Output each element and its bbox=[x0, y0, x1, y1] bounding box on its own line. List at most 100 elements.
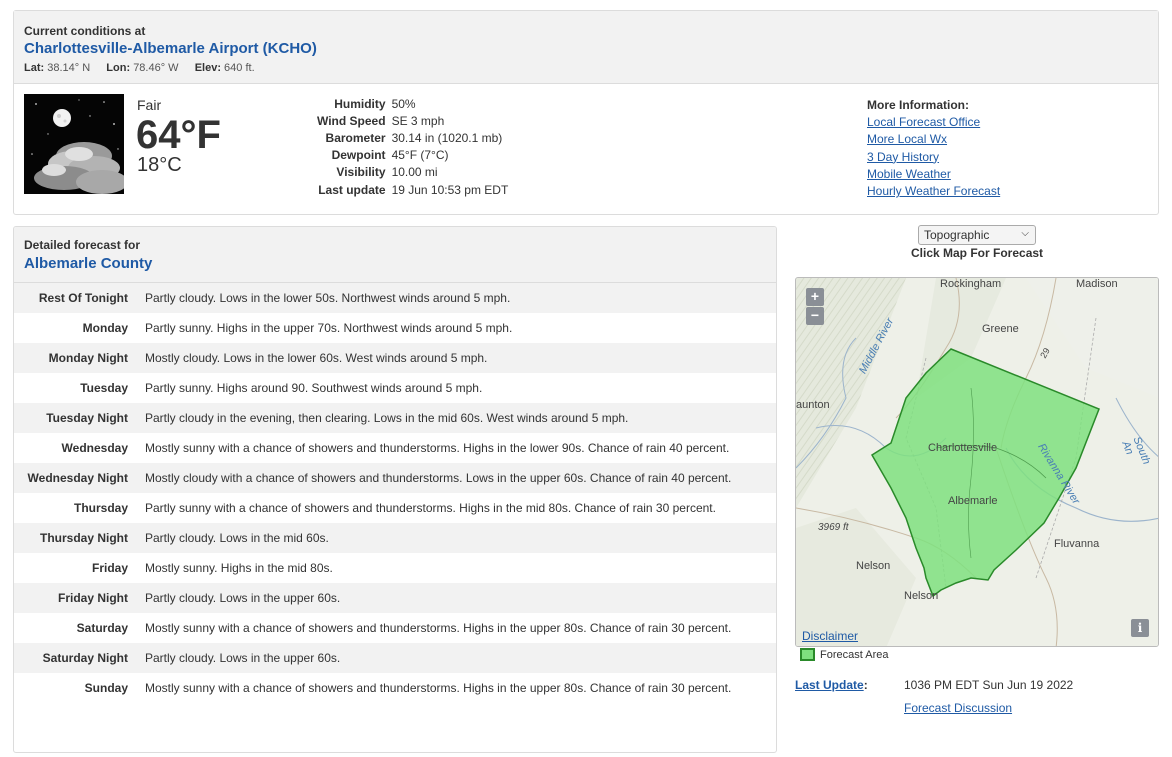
map-type-selected-value: Topographic bbox=[924, 228, 990, 242]
station-coordinates: Lat: 38.14° N Lon: 78.46° W Elev: 640 ft… bbox=[24, 62, 1148, 74]
forecast-period-text: Partly cloudy. Lows in the upper 60s. bbox=[145, 591, 341, 605]
map-disclaimer-link[interactable]: Disclaimer bbox=[802, 629, 858, 643]
conditions-row-value: SE 3 mph bbox=[391, 113, 445, 128]
forecast-discussion-link[interactable]: Forecast Discussion bbox=[904, 701, 1012, 715]
mobile-weather-link[interactable]: Mobile Weather bbox=[867, 166, 1000, 183]
map-label-nelson: Nelson bbox=[856, 560, 891, 572]
map-label-nelson-south: Nelson bbox=[904, 590, 939, 602]
forecast-area-name: Albemarle County bbox=[24, 255, 153, 272]
station-name: Charlottesville-Albemarle Airport (KCHO) bbox=[24, 40, 317, 57]
forecast-period-name: Wednesday Night bbox=[27, 471, 128, 485]
forecast-area-swatch bbox=[800, 648, 815, 661]
last-update-link[interactable]: Last Update bbox=[795, 678, 864, 692]
forecast-map[interactable]: Rockingham Madison Greene Middle River a… bbox=[795, 277, 1159, 647]
lon-value: 78.46° W bbox=[133, 62, 179, 74]
map-label-madison: Madison bbox=[1076, 278, 1118, 290]
map-label-albemarle: Albemarle bbox=[948, 495, 998, 507]
night-fair-moon-clouds-icon bbox=[24, 94, 124, 194]
forecast-period-name: Thursday bbox=[73, 501, 128, 515]
forecast-period-name: Thursday Night bbox=[39, 531, 128, 545]
map-info-icon[interactable]: i bbox=[1131, 619, 1149, 637]
map-legend-label: Forecast Area bbox=[820, 648, 889, 661]
forecast-row: Sunday Mostly sunny with a chance of show… bbox=[14, 673, 776, 703]
conditions-row-label: Humidity bbox=[334, 96, 386, 111]
local-forecast-office-link[interactable]: Local Forecast Office bbox=[867, 114, 1000, 131]
forecast-period-text: Partly sunny with a chance of showers an… bbox=[145, 501, 716, 515]
forecast-period-name: Tuesday Night bbox=[46, 411, 128, 425]
conditions-row-value: 30.14 in (1020.1 mb) bbox=[391, 130, 503, 145]
conditions-row-label: Last update bbox=[318, 182, 386, 197]
last-update-label: Last Update: bbox=[795, 678, 868, 692]
forecast-row: Saturday Night Partly cloudy. Lows in the… bbox=[14, 643, 776, 673]
detailed-forecast-heading: Detailed forecast for bbox=[24, 238, 141, 252]
map-label-fluvanna: Fluvanna bbox=[1054, 538, 1100, 550]
current-conditions-header: Current conditions at Charlottesville-Al… bbox=[14, 11, 1158, 84]
hourly-weather-forecast-link[interactable]: Hourly Weather Forecast bbox=[867, 183, 1000, 200]
more-information-links: More Information: Local Forecast Office … bbox=[867, 97, 1000, 200]
forecast-period-text: Mostly sunny with a chance of showers an… bbox=[145, 681, 732, 695]
map-terrain bbox=[796, 278, 1158, 646]
three-day-history-link[interactable]: 3 Day History bbox=[867, 149, 1000, 166]
forecast-row: Rest Of Tonight Partly cloudy. Lows in th… bbox=[14, 283, 776, 313]
forecast-period-name: Saturday Night bbox=[42, 651, 128, 665]
elev-value: 640 ft. bbox=[224, 62, 255, 74]
more-local-wx-link[interactable]: More Local Wx bbox=[867, 131, 1000, 148]
conditions-row-value: 10.00 mi bbox=[391, 165, 438, 180]
forecast-period-name: Monday bbox=[82, 321, 128, 335]
forecast-row: Thursday Partly sunny with a chance of sh… bbox=[14, 493, 776, 523]
forecast-periods-list: Rest Of Tonight Partly cloudy. Lows in th… bbox=[14, 283, 776, 703]
map-legend: Forecast Area bbox=[800, 648, 888, 661]
chevron-down-icon: ⌵ bbox=[1021, 228, 1029, 239]
map-type-select[interactable]: Topographic ⌵ bbox=[918, 225, 1036, 245]
more-info-title: More Information: bbox=[867, 98, 969, 112]
current-conditions-heading: Current conditions at bbox=[24, 24, 146, 38]
conditions-row: Humidity 50% bbox=[314, 95, 511, 112]
map-zoom-in-button[interactable]: + bbox=[806, 288, 824, 306]
forecast-period-text: Partly cloudy. Lows in the mid 60s. bbox=[145, 531, 329, 545]
forecast-period-text: Partly cloudy. Lows in the upper 60s. bbox=[145, 651, 341, 665]
conditions-row-value: 45°F (7°C) bbox=[391, 148, 449, 163]
conditions-details-table: Humidity 50% Wind Speed SE 3 mph Barometer 30… bbox=[314, 95, 511, 198]
forecast-period-text: Partly sunny. Highs around 90. Southwest… bbox=[145, 381, 483, 395]
forecast-row: Friday Mostly sunny. Highs in the mid 80s… bbox=[14, 553, 776, 583]
forecast-period-text: Mostly sunny. Highs in the mid 80s. bbox=[145, 561, 333, 575]
forecast-row: Tuesday Night Partly cloudy in the evenin… bbox=[14, 403, 776, 433]
temperature-fahrenheit: 64°F bbox=[136, 113, 221, 157]
temperature-celsius: 18°C bbox=[137, 154, 182, 176]
forecast-row: Monday Partly sunny. Highs in the upper 7… bbox=[14, 313, 776, 343]
map-label-staunton: aunton bbox=[796, 399, 830, 411]
conditions-row-label: Dewpoint bbox=[331, 148, 386, 163]
conditions-row-label: Barometer bbox=[325, 130, 386, 145]
forecast-period-text: Mostly sunny with a chance of showers an… bbox=[145, 441, 730, 455]
conditions-row: Last update 19 Jun 10:53 pm EDT bbox=[314, 181, 511, 198]
forecast-period-text: Mostly sunny with a chance of showers an… bbox=[145, 621, 732, 635]
lat-value: 38.14° N bbox=[47, 62, 91, 74]
forecast-row: Wednesday Night Mostly cloudy with a chan… bbox=[14, 463, 776, 493]
lat-label: Lat: bbox=[24, 62, 45, 74]
conditions-row-value: 19 Jun 10:53 pm EDT bbox=[391, 182, 509, 197]
elev-label: Elev: bbox=[194, 62, 221, 74]
conditions-row: Barometer 30.14 in (1020.1 mb) bbox=[314, 129, 511, 146]
forecast-row: Thursday Night Partly cloudy. Lows in the… bbox=[14, 523, 776, 553]
map-label-greene: Greene bbox=[982, 323, 1019, 335]
forecast-period-text: Partly cloudy. Lows in the lower 50s. No… bbox=[145, 291, 511, 305]
forecast-period-text: Mostly cloudy. Lows in the lower 60s. We… bbox=[145, 351, 488, 365]
forecast-row: Saturday Mostly sunny with a chance of sh… bbox=[14, 613, 776, 643]
forecast-period-text: Partly cloudy in the evening, then clear… bbox=[145, 411, 629, 425]
detailed-forecast-header: Detailed forecast for Albemarle County bbox=[14, 227, 776, 283]
forecast-period-name: Wednesday bbox=[61, 441, 128, 455]
map-zoom-out-button[interactable]: − bbox=[806, 307, 824, 325]
map-label-rockingham: Rockingham bbox=[940, 278, 1002, 290]
map-caption: Click Map For Forecast bbox=[911, 246, 1044, 260]
conditions-row-label: Wind Speed bbox=[317, 113, 386, 128]
map-label-charlottesville: Charlottesville bbox=[928, 442, 998, 454]
detailed-forecast-panel: Detailed forecast for Albemarle County R… bbox=[13, 226, 777, 753]
conditions-row: Visibility 10.00 mi bbox=[314, 164, 511, 181]
conditions-row: Dewpoint 45°F (7°C) bbox=[314, 147, 511, 164]
forecast-period-name: Saturday bbox=[76, 621, 128, 635]
conditions-row-label: Visibility bbox=[336, 165, 386, 180]
forecast-row: Wednesday Mostly sunny with a chance of s… bbox=[14, 433, 776, 463]
last-update-value: 1036 PM EDT Sun Jun 19 2022 bbox=[904, 678, 1074, 692]
lon-label: Lon: bbox=[106, 62, 131, 74]
forecast-row: Tuesday Partly sunny. Highs around 90. So… bbox=[14, 373, 776, 403]
